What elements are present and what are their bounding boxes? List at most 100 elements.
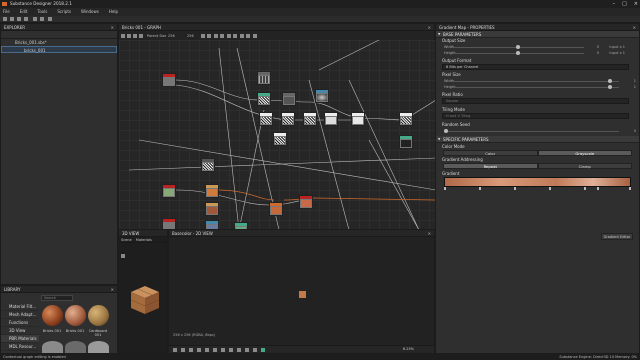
tool-icon[interactable] [205, 348, 209, 352]
library-search-input[interactable]: Search [41, 295, 73, 301]
pin-icon[interactable]: ✕ [633, 24, 636, 31]
tool-icon[interactable] [121, 34, 125, 38]
3d-view-panel: 3D VIEW Scene Materials [118, 229, 168, 354]
gradient-key[interactable] [479, 187, 481, 190]
gradient-key[interactable] [514, 187, 516, 190]
graph-canvas[interactable] [119, 40, 436, 230]
settings-icon[interactable] [48, 17, 52, 21]
output-height-slider[interactable]: Height 0 Input x 1 [436, 50, 639, 56]
library-header: LIBRARY ✕ [1, 286, 117, 293]
texture-preview[interactable] [299, 291, 306, 298]
section-title: BASE PARAMETERS [443, 32, 482, 37]
tool-icon[interactable] [237, 348, 241, 352]
maximize-icon[interactable]: □ [622, 0, 627, 8]
tool-icon[interactable] [240, 34, 244, 38]
gradient-addressing-repeat[interactable]: Repeat [443, 163, 538, 169]
library-cat-mdl-resources[interactable]: MDL Resour... [1, 343, 39, 351]
library-cat-mesh-adaptors[interactable]: Mesh Adapt... [1, 311, 39, 319]
height-mode[interactable]: Input x 1 [609, 50, 625, 56]
pin-icon[interactable]: ✕ [428, 230, 431, 237]
menu-windows[interactable]: Windows [81, 8, 99, 16]
tool-icon[interactable] [253, 34, 257, 38]
menu-help[interactable]: Help [109, 8, 118, 16]
menu-file[interactable]: File [3, 8, 10, 16]
tool-icon[interactable] [207, 34, 211, 38]
tool-icon[interactable] [261, 348, 265, 352]
new-icon[interactable] [3, 17, 7, 21]
tool-icon[interactable] [201, 34, 205, 38]
color-mode-color[interactable]: Color [443, 150, 538, 156]
tool-icon[interactable] [197, 348, 201, 352]
tool-icon[interactable] [233, 34, 237, 38]
library-cat-material-filters[interactable]: Material Filt... [1, 303, 39, 311]
explorer-panel: EXPLORER ✕ Bricks_001.sbs* bricks_001 [0, 23, 118, 285]
material-thumb[interactable] [88, 341, 109, 353]
library-cat-3d-view[interactable]: 3D View [1, 327, 39, 335]
tool-icon[interactable] [213, 348, 217, 352]
tool-icon[interactable] [221, 348, 225, 352]
gradient-addressing-clamp[interactable]: Clamp [537, 163, 632, 169]
pixel-ratio-select[interactable]: Square [442, 98, 629, 104]
tool-icon[interactable] [220, 34, 224, 38]
base-parameters-section[interactable]: ▼ BASE PARAMETERS [436, 31, 639, 38]
output-format-select[interactable]: 8 Bits per Channel [442, 64, 629, 70]
material-caption: Bricks 001 [42, 329, 62, 333]
material-thumb-bricks[interactable] [42, 305, 63, 326]
redo-icon[interactable] [40, 17, 44, 21]
material-caption: Bricks 001 [65, 329, 85, 333]
tree-graph[interactable]: bricks_001 [1, 46, 117, 53]
tiling-mode-select[interactable]: H and V Tiling [442, 113, 629, 119]
save-icon[interactable] [17, 17, 21, 21]
gradient-key[interactable] [549, 187, 551, 190]
tool-icon[interactable] [245, 348, 249, 352]
tool-icon[interactable] [127, 34, 131, 38]
gradient-key[interactable] [444, 187, 446, 190]
material-thumb[interactable] [42, 341, 63, 353]
size-select[interactable]: 256 [185, 33, 196, 39]
pin-icon[interactable]: ✕ [111, 24, 114, 31]
parent-size-select[interactable]: 256 [166, 33, 177, 39]
gradient-key[interactable] [629, 187, 631, 190]
menu-materials[interactable]: Materials [136, 238, 152, 242]
library-cat-pbr-materials[interactable]: PBR Materials [1, 335, 39, 343]
zoom-level[interactable]: 6.25% [403, 347, 414, 351]
menu-scripts[interactable]: Scripts [57, 8, 71, 16]
random-seed-slider[interactable]: 0 [436, 128, 639, 134]
minimize-icon[interactable]: – [613, 0, 616, 8]
package-label: Bricks_001.sbs* [15, 40, 47, 45]
tool-icon[interactable] [173, 348, 177, 352]
tree-package[interactable]: Bricks_001.sbs* [1, 39, 117, 46]
open-icon[interactable] [10, 17, 14, 21]
tool-icon[interactable] [227, 34, 231, 38]
undo-icon[interactable] [33, 17, 37, 21]
menu-tools[interactable]: Tools [37, 8, 47, 16]
menu-scene[interactable]: Scene [121, 238, 132, 242]
tool-icon[interactable] [246, 34, 250, 38]
library-cat-functions[interactable]: Functions [1, 319, 39, 327]
close-icon[interactable]: × [634, 0, 638, 8]
tool-icon[interactable] [139, 34, 143, 38]
color-mode-grayscale[interactable]: Grayscale [537, 150, 632, 156]
gradient-editor-button[interactable]: Gradient Editor [601, 233, 633, 240]
menu-edit[interactable]: Edit [20, 8, 28, 16]
save-all-icon[interactable] [24, 17, 28, 21]
tool-icon[interactable] [253, 348, 257, 352]
material-thumb[interactable] [65, 341, 86, 353]
tool-icon[interactable] [189, 348, 193, 352]
3d-cube-preview[interactable] [119, 244, 167, 354]
pin-icon[interactable]: ✕ [111, 286, 114, 293]
gradient-addressing-toggle: Repeat Clamp [443, 163, 632, 169]
tool-icon[interactable] [229, 348, 233, 352]
tool-icon[interactable] [181, 348, 185, 352]
tool-icon[interactable] [214, 34, 218, 38]
tool-icon[interactable] [133, 34, 137, 38]
pixel-height-slider[interactable]: Height 1 [436, 84, 639, 90]
gradient-bar[interactable] [444, 177, 631, 187]
gradient-key[interactable] [597, 187, 599, 190]
specific-parameters-section[interactable]: ▼ SPECIFIC PARAMETERS [436, 136, 639, 143]
material-thumb-cardboard[interactable] [88, 305, 109, 326]
gradient-key[interactable] [584, 187, 586, 190]
material-thumb-bricks-2[interactable] [65, 305, 86, 326]
pin-icon[interactable]: ✕ [428, 24, 431, 31]
graph-label: bricks_001 [24, 48, 46, 53]
